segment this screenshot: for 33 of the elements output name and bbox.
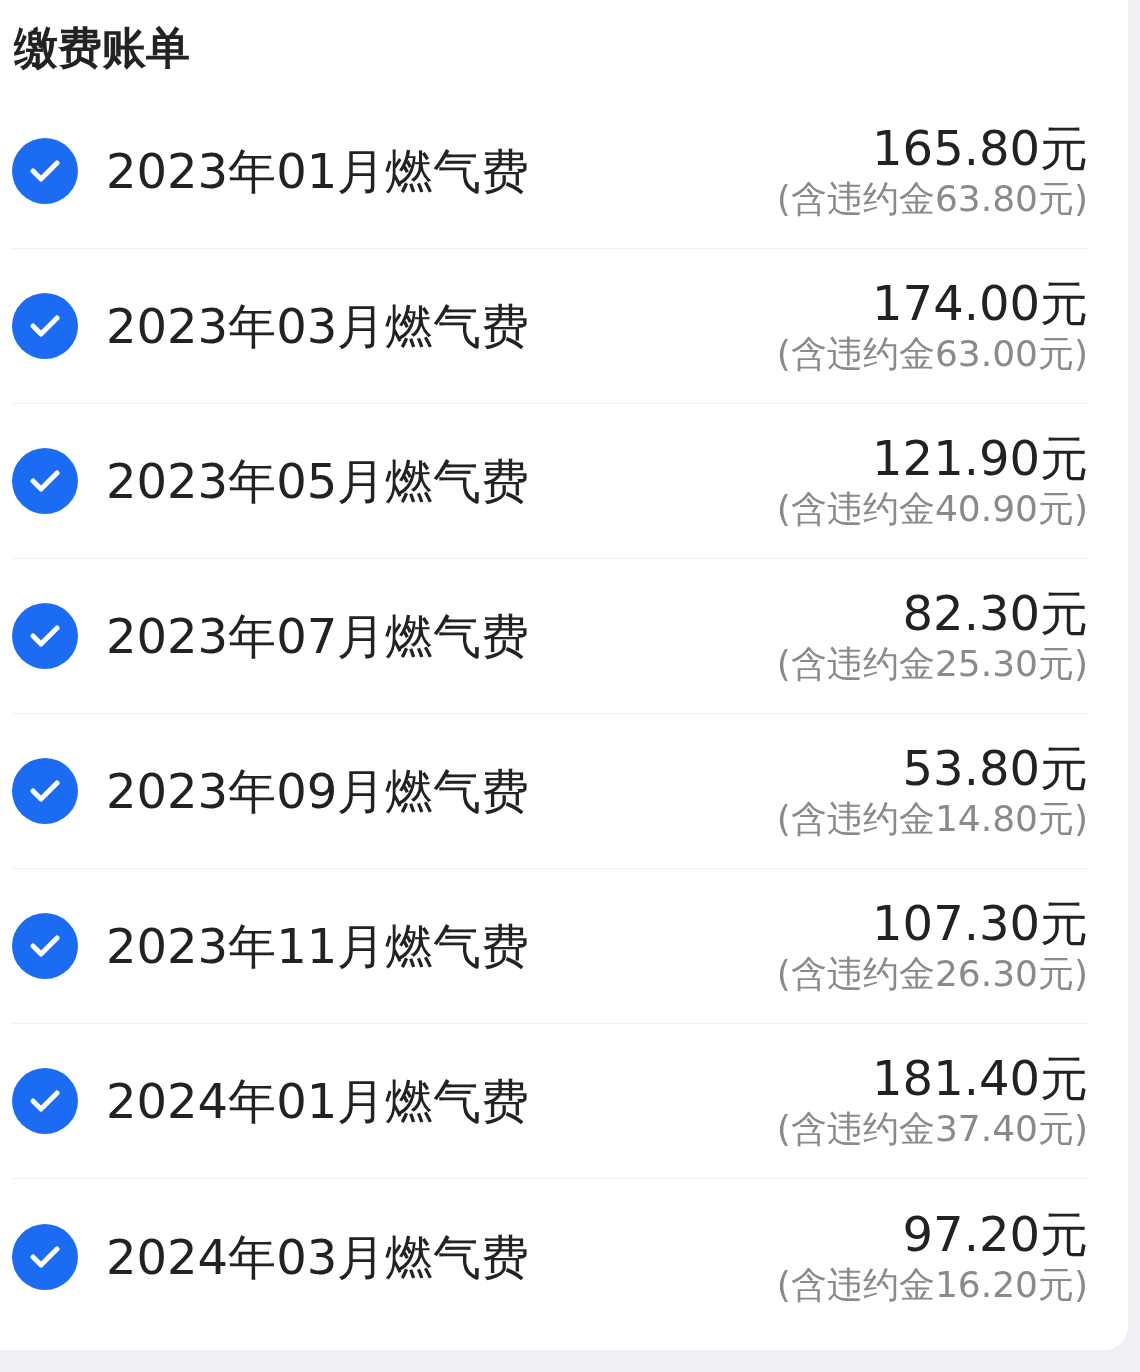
check-icon [30, 935, 60, 957]
check-icon [30, 1245, 60, 1268]
bill-name: 2023年01月燃气费 [106, 142, 530, 201]
bill-amount: 107.30元 [872, 895, 1088, 951]
bill-amount: 97.20元 [902, 1205, 1088, 1262]
bill-amount: 121.90元 [872, 430, 1088, 486]
penalty-note: (含违约金26.30元) [776, 952, 1088, 996]
check-icon [30, 625, 60, 647]
bill-name: 2023年05月燃气费 [106, 452, 530, 511]
penalty-note: (含违约金25.30元) [776, 642, 1088, 686]
bill-amount: 181.40元 [872, 1050, 1088, 1106]
penalty-note: (含违约金14.80元) [776, 797, 1088, 841]
bill-amount: 53.80元 [902, 740, 1088, 796]
bill-name: 2023年11月燃气费 [106, 917, 530, 976]
check-icon [30, 1090, 60, 1112]
penalty-note: (含违约金63.80元) [776, 177, 1088, 221]
check-icon [30, 780, 60, 802]
bill-name: 2024年01月燃气费 [106, 1072, 530, 1131]
penalty-note: (含违约金37.40元) [776, 1107, 1088, 1151]
bill-amount: 174.00元 [872, 275, 1088, 331]
check-icon [30, 470, 60, 492]
bill-amount: 165.80元 [872, 120, 1088, 176]
bill-name: 2023年09月燃气费 [106, 762, 530, 821]
penalty-note: (含违约金16.20元) [776, 1262, 1088, 1307]
bill-name: 2023年03月燃气费 [106, 297, 530, 356]
penalty-note: (含违约金40.90元) [776, 487, 1088, 531]
bill-name: 2024年03月燃气费 [106, 1227, 530, 1287]
penalty-note: (含违约金63.00元) [776, 332, 1088, 376]
bill-name: 2023年07月燃气费 [106, 607, 530, 666]
check-icon [30, 160, 60, 182]
check-icon [30, 315, 60, 337]
page-title: 缴费账单 [12, 21, 191, 75]
bill-amount: 82.30元 [902, 585, 1088, 641]
